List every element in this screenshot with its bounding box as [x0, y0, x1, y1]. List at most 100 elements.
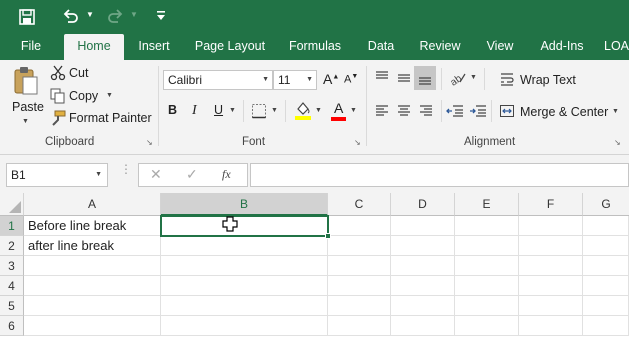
tab-add-ins[interactable]: Add-Ins — [534, 34, 590, 60]
column-header-d[interactable]: D — [391, 193, 455, 216]
tab-insert[interactable]: Insert — [130, 34, 178, 60]
font-name-select[interactable]: Calibri ▼ — [163, 70, 273, 90]
cell-b6[interactable] — [161, 316, 328, 336]
cell-f5[interactable] — [519, 296, 583, 316]
fill-color-icon[interactable] — [294, 100, 312, 120]
row-header-1[interactable]: 1 — [0, 216, 24, 236]
row-header-3[interactable]: 3 — [0, 256, 24, 276]
cell-g1[interactable] — [583, 216, 629, 236]
cell-e5[interactable] — [455, 296, 519, 316]
cell-b2[interactable] — [161, 236, 328, 256]
select-all-corner[interactable] — [0, 193, 24, 216]
cell-f6[interactable] — [519, 316, 583, 336]
align-middle-icon[interactable] — [396, 70, 412, 86]
cell-e6[interactable] — [455, 316, 519, 336]
font-color-icon[interactable]: A — [334, 100, 343, 116]
underline-button[interactable]: U — [214, 103, 223, 117]
merge-center-icon[interactable] — [499, 103, 515, 119]
orientation-icon[interactable]: ab — [448, 70, 466, 86]
paste-icon[interactable] — [12, 66, 40, 96]
customize-icon[interactable] — [156, 10, 166, 22]
cell-b5[interactable] — [161, 296, 328, 316]
cell-d4[interactable] — [391, 276, 455, 296]
tab-review[interactable]: Review — [414, 34, 466, 60]
cell-g5[interactable] — [583, 296, 629, 316]
tab-data[interactable]: Data — [362, 34, 400, 60]
clipboard-launcher-icon[interactable]: ↘ — [146, 138, 153, 147]
cell-a2[interactable]: after line break — [24, 236, 161, 256]
cell-g4[interactable] — [583, 276, 629, 296]
column-header-e[interactable]: E — [455, 193, 519, 216]
cell-a6[interactable] — [24, 316, 161, 336]
formula-bar-grip-icon[interactable]: ⋮ — [120, 163, 132, 175]
borders-dropdown-icon[interactable]: ▼ — [271, 107, 278, 114]
cell-g6[interactable] — [583, 316, 629, 336]
tab-formulas[interactable]: Formulas — [284, 34, 346, 60]
fill-handle[interactable] — [325, 233, 331, 239]
column-header-a[interactable]: A — [24, 193, 161, 216]
cell-d2[interactable] — [391, 236, 455, 256]
paste-button[interactable]: Paste — [12, 100, 44, 114]
cut-button[interactable]: Cut — [69, 66, 88, 80]
row-header-4[interactable]: 4 — [0, 276, 24, 296]
cell-a5[interactable] — [24, 296, 161, 316]
tab-view[interactable]: View — [480, 34, 520, 60]
align-center-icon[interactable] — [396, 103, 412, 119]
align-left-icon[interactable] — [374, 103, 390, 119]
selected-cell-b1[interactable] — [160, 215, 329, 237]
cell-d5[interactable] — [391, 296, 455, 316]
wrap-text-icon[interactable] — [499, 71, 515, 87]
tab-loa[interactable]: LOA — [604, 34, 629, 60]
fill-color-dropdown-icon[interactable]: ▼ — [315, 107, 322, 114]
column-header-b[interactable]: B — [161, 193, 328, 216]
font-launcher-icon[interactable]: ↘ — [354, 138, 361, 147]
cell-e1[interactable] — [455, 216, 519, 236]
cell-d6[interactable] — [391, 316, 455, 336]
font-color-dropdown-icon[interactable]: ▼ — [350, 107, 357, 114]
decrease-indent-icon[interactable] — [446, 103, 464, 119]
cell-f2[interactable] — [519, 236, 583, 256]
alignment-launcher-icon[interactable]: ↘ — [614, 138, 621, 147]
merge-center-dropdown-icon[interactable]: ▼ — [612, 108, 619, 115]
cell-f3[interactable] — [519, 256, 583, 276]
row-header-5[interactable]: 5 — [0, 296, 24, 316]
name-box[interactable]: B1 ▼ — [6, 163, 108, 187]
decrease-font-size-icon[interactable]: A▼ — [344, 73, 358, 86]
align-right-icon[interactable] — [418, 103, 434, 119]
column-header-g[interactable]: G — [583, 193, 629, 216]
cell-g2[interactable] — [583, 236, 629, 256]
cell-c4[interactable] — [328, 276, 391, 296]
format-painter-icon[interactable] — [50, 110, 66, 126]
cell-a3[interactable] — [24, 256, 161, 276]
merge-center-button[interactable]: Merge & Center — [520, 105, 608, 119]
cell-f1[interactable] — [519, 216, 583, 236]
undo-dropdown-icon[interactable]: ▼ — [86, 10, 94, 19]
tab-home[interactable]: Home — [64, 34, 124, 60]
cell-a1[interactable]: Before line break — [24, 216, 161, 236]
row-header-2[interactable]: 2 — [0, 236, 24, 256]
tab-file[interactable]: File — [10, 34, 52, 60]
cell-d3[interactable] — [391, 256, 455, 276]
row-header-6[interactable]: 6 — [0, 316, 24, 336]
insert-function-icon[interactable]: fx — [222, 167, 231, 182]
cell-a4[interactable] — [24, 276, 161, 296]
column-header-f[interactable]: F — [519, 193, 583, 216]
font-size-select[interactable]: 11 ▼ — [273, 70, 317, 90]
format-painter-button[interactable]: Format Painter — [69, 111, 152, 125]
cell-c2[interactable] — [328, 236, 391, 256]
borders-icon[interactable] — [251, 103, 267, 119]
cell-f4[interactable] — [519, 276, 583, 296]
cell-e4[interactable] — [455, 276, 519, 296]
cut-icon[interactable] — [50, 65, 66, 81]
copy-icon[interactable] — [50, 88, 66, 104]
tab-page-layout[interactable]: Page Layout — [190, 34, 270, 60]
cell-g3[interactable] — [583, 256, 629, 276]
cell-c5[interactable] — [328, 296, 391, 316]
column-header-c[interactable]: C — [328, 193, 391, 216]
cell-e2[interactable] — [455, 236, 519, 256]
paste-dropdown-icon[interactable]: ▼ — [22, 118, 29, 125]
bold-button[interactable]: B — [168, 103, 177, 117]
cell-c3[interactable] — [328, 256, 391, 276]
formula-input[interactable] — [250, 163, 629, 187]
cell-b4[interactable] — [161, 276, 328, 296]
